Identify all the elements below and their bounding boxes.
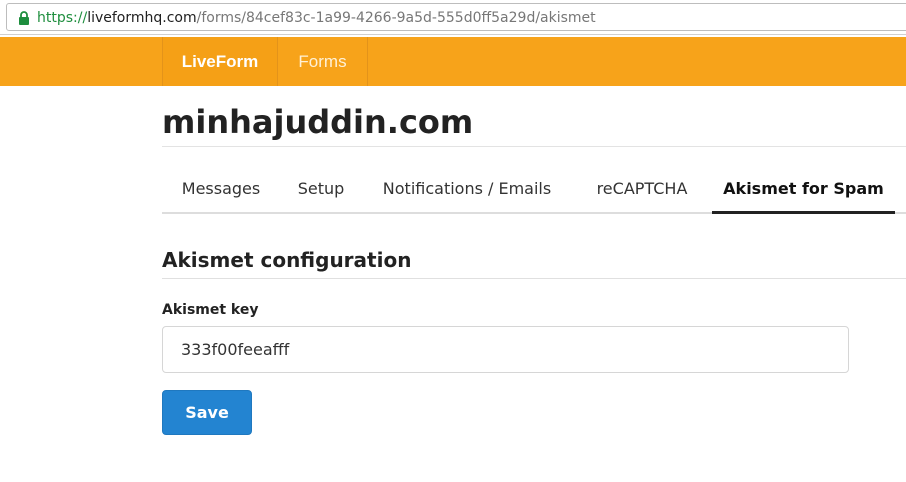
- top-navbar: LiveForm Forms: [0, 37, 906, 86]
- page-title: minhajuddin.com: [162, 103, 474, 141]
- tab-messages[interactable]: Messages: [162, 166, 280, 212]
- url-field[interactable]: https://liveformhq.com/forms/84cef83c-1a…: [6, 3, 906, 31]
- tab-recaptcha[interactable]: reCAPTCHA: [572, 166, 712, 212]
- title-divider: [162, 146, 906, 147]
- save-button[interactable]: Save: [162, 390, 252, 435]
- browser-address-bar: https://liveformhq.com/forms/84cef83c-1a…: [0, 0, 906, 35]
- nav-forms-link[interactable]: Forms: [277, 37, 368, 86]
- akismet-key-label: Akismet key: [162, 302, 259, 318]
- url-path: /forms/84cef83c-1a99-4266-9a5d-555d0ff5a…: [196, 10, 596, 26]
- akismet-key-input[interactable]: [162, 326, 849, 373]
- url-text: https://liveformhq.com/forms/84cef83c-1a…: [37, 9, 596, 27]
- form-tabs: Messages Setup Notifications / Emails re…: [162, 166, 906, 214]
- url-scheme: https://: [37, 10, 88, 26]
- lock-icon: [19, 11, 29, 25]
- tab-setup[interactable]: Setup: [280, 166, 362, 212]
- brand-link[interactable]: LiveForm: [162, 37, 277, 86]
- tab-notifications-emails[interactable]: Notifications / Emails: [362, 166, 572, 212]
- section-title: Akismet configuration: [162, 248, 412, 272]
- tab-akismet-for-spam[interactable]: Akismet for Spam: [712, 166, 895, 214]
- section-divider: [162, 278, 906, 279]
- url-host: liveformhq.com: [87, 10, 197, 26]
